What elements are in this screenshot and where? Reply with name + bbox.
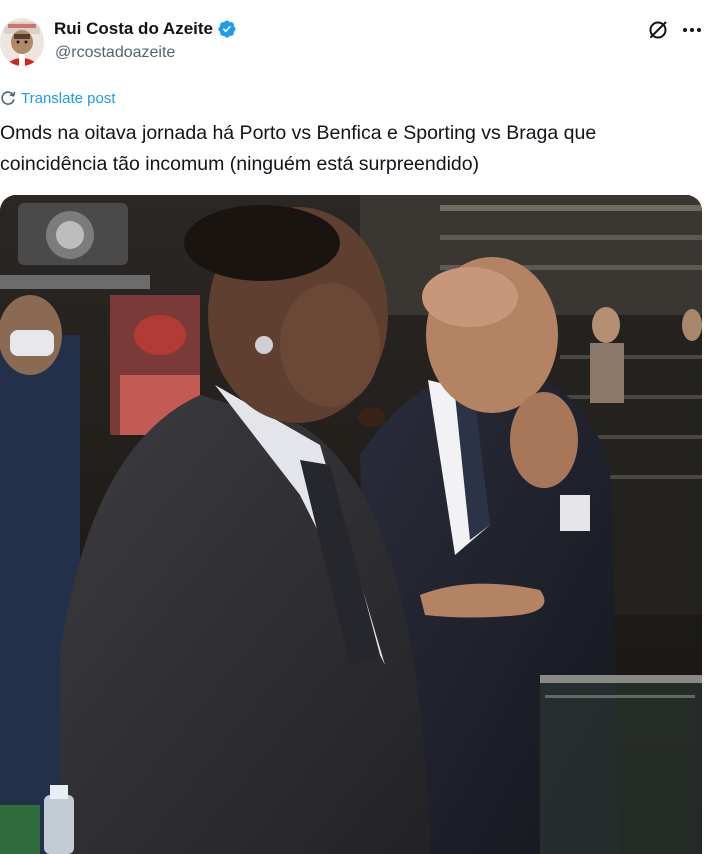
author-display-name[interactable]: Rui Costa do Azeite bbox=[54, 19, 213, 39]
translate-post-link[interactable]: Translate post bbox=[0, 88, 116, 108]
translate-icon bbox=[0, 90, 16, 106]
tweet: Rui Costa do Azeite @rcostadoazeite Tran… bbox=[0, 0, 722, 854]
verified-badge-icon[interactable] bbox=[217, 19, 237, 39]
author-handle[interactable]: @rcostadoazeite bbox=[55, 44, 175, 62]
grok-slash-icon[interactable] bbox=[646, 18, 670, 42]
avatar[interactable] bbox=[0, 18, 44, 66]
more-dots-icon[interactable] bbox=[680, 18, 704, 42]
translate-post-label: Translate post bbox=[21, 89, 116, 107]
tweet-header: Rui Costa do Azeite @rcostadoazeite bbox=[0, 14, 722, 70]
post-text: Omds na oitava jornada há Porto vs Benfi… bbox=[0, 122, 597, 175]
media-image bbox=[0, 195, 702, 854]
author-name-row: Rui Costa do Azeite bbox=[54, 17, 237, 41]
post-media-video[interactable] bbox=[0, 195, 702, 854]
avatar-image bbox=[0, 18, 44, 66]
